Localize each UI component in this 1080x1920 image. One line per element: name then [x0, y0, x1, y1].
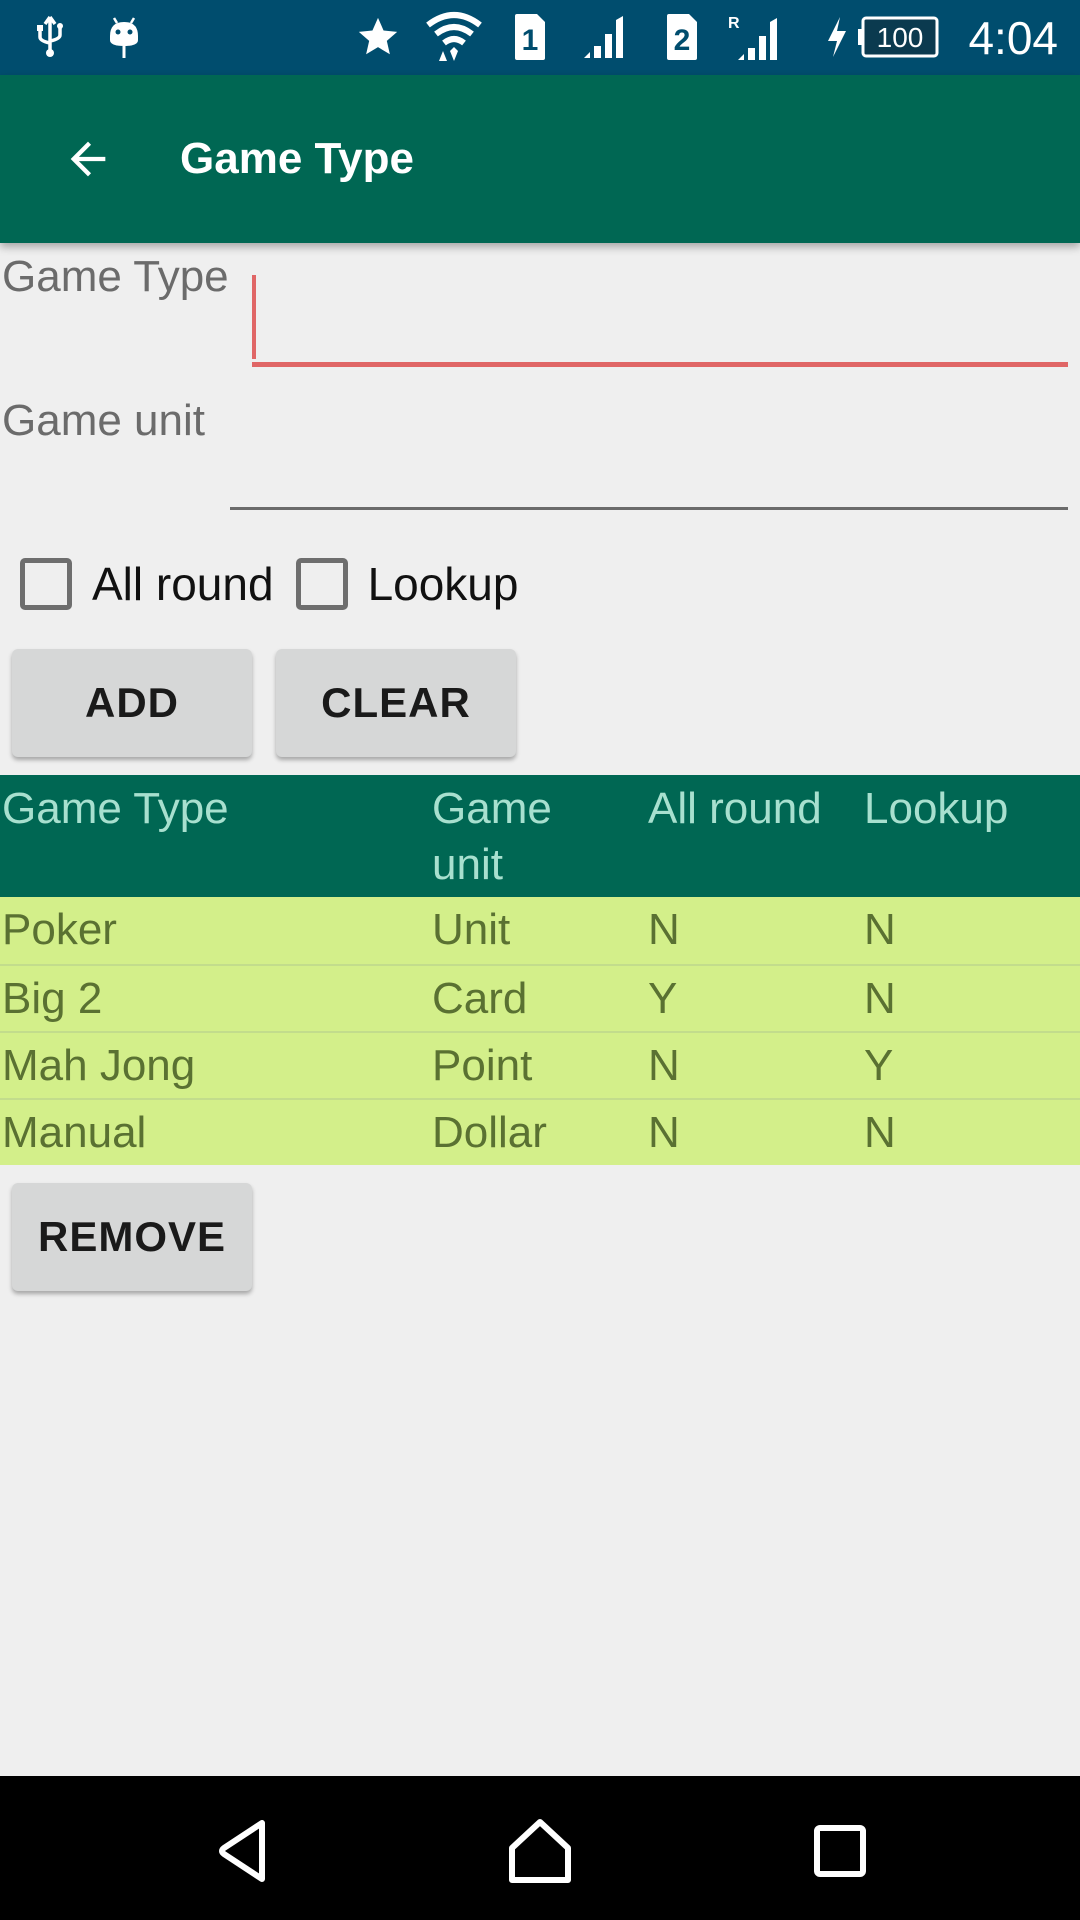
back-button[interactable] [54, 125, 122, 193]
column-header-lookup: Lookup [864, 784, 1009, 833]
column-header-game-type: Game Type [2, 784, 229, 833]
cell-all-round: N [648, 1108, 680, 1157]
table-row[interactable]: Poker Unit N N [0, 897, 1080, 964]
cell-game-unit: Point [432, 1041, 533, 1090]
cell-lookup: Y [864, 1041, 894, 1090]
signal-1-icon [582, 12, 628, 62]
game-unit-input[interactable] [230, 423, 1068, 483]
lookup-label[interactable]: Lookup [368, 556, 519, 612]
cell-game-type: Big 2 [2, 974, 103, 1023]
all-round-label[interactable]: All round [92, 556, 274, 612]
recents-icon [814, 1825, 866, 1877]
add-button[interactable]: ADD [12, 649, 252, 757]
charging-icon [822, 12, 852, 62]
cell-game-type: Manual [2, 1108, 147, 1157]
back-icon [219, 1820, 265, 1882]
navigation-bar [0, 1776, 1080, 1920]
cell-lookup: N [864, 974, 896, 1023]
svg-text:2: 2 [674, 24, 691, 57]
game-unit-underline [230, 507, 1068, 510]
checkbox-row: All round Lookup [20, 556, 540, 612]
cell-all-round: Y [648, 974, 678, 1023]
arrow-back-icon [70, 141, 106, 177]
clear-button[interactable]: CLEAR [276, 649, 516, 757]
wifi-icon [424, 12, 484, 62]
table-row[interactable]: Mah Jong Point N Y [0, 1031, 1080, 1098]
battery-icon: 100 [856, 12, 940, 62]
cell-all-round: N [648, 1041, 680, 1090]
column-header-all-round: All round [648, 784, 822, 833]
app-bar: Game Type [0, 75, 1080, 243]
star-icon [354, 12, 402, 62]
table-header: Game Type Game unit All round Lookup [0, 775, 1080, 897]
lookup-checkbox[interactable] [295, 558, 348, 610]
table-row[interactable]: Manual Dollar N N [0, 1098, 1080, 1165]
column-header-game-unit: Game unit [432, 784, 552, 889]
text-cursor [252, 275, 256, 359]
nav-recents-button[interactable] [790, 1806, 890, 1896]
cell-game-unit: Card [432, 974, 528, 1023]
table-body: Poker Unit N N Big 2 Card Y N Mah Jong P… [0, 897, 1080, 1165]
game-type-label: Game Type [2, 252, 229, 301]
clock: 4:04 [968, 12, 1058, 64]
game-unit-label: Game unit [2, 396, 205, 445]
cell-game-type: Mah Jong [2, 1041, 196, 1090]
cell-game-unit: Dollar [432, 1108, 547, 1157]
cell-game-type: Poker [2, 905, 117, 954]
content: Game Type Game unit All round Lookup ADD… [0, 243, 1080, 1775]
game-type-input[interactable] [252, 273, 1068, 333]
nav-back-button[interactable] [192, 1806, 292, 1896]
roaming-signal-2-icon: R [722, 12, 784, 62]
all-round-checkbox[interactable] [20, 558, 72, 610]
usb-icon [30, 12, 70, 62]
sim-2-icon: 2 [664, 12, 700, 62]
status-bar: 1 2 R 100 4:04 [0, 0, 1080, 75]
android-debug-icon [104, 12, 144, 62]
cell-all-round: N [648, 905, 680, 954]
page-title: Game Type [180, 134, 414, 183]
sim-1-icon: 1 [512, 12, 548, 62]
svg-text:1: 1 [522, 24, 539, 57]
game-type-underline [252, 362, 1068, 367]
cell-lookup: N [864, 905, 896, 954]
svg-text:R: R [728, 15, 740, 32]
nav-home-button[interactable] [490, 1806, 590, 1896]
home-icon [509, 1819, 571, 1883]
game-type-table: Game Type Game unit All round Lookup Pok… [0, 775, 1080, 1165]
cell-game-unit: Unit [432, 905, 511, 954]
svg-text:100: 100 [877, 22, 924, 53]
table-row[interactable]: Big 2 Card Y N [0, 964, 1080, 1031]
remove-button[interactable]: REMOVE [12, 1183, 252, 1291]
cell-lookup: N [864, 1108, 896, 1157]
